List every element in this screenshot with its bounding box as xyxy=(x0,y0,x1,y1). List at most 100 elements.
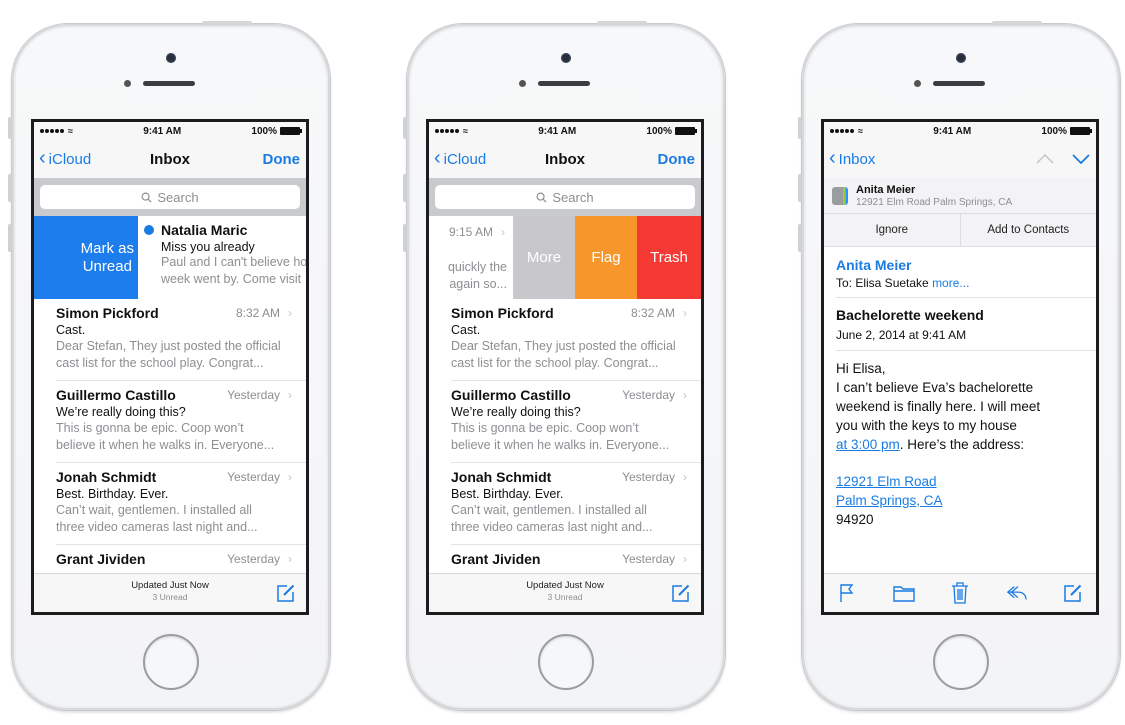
address-link[interactable]: 12921 Elm Road xyxy=(836,474,937,489)
screen: ≈ 9:41 AM 100% ‹ iCloud Inbox Done Search… xyxy=(31,119,309,615)
done-button[interactable]: Done xyxy=(658,151,696,168)
mail-from: Jonah Schmidt xyxy=(56,469,157,485)
folder-icon[interactable] xyxy=(892,582,915,604)
mail-row[interactable]: Simon Pickford 8:32 AM › Cast. Dear Stefan… xyxy=(451,299,701,381)
action-label: Mark as xyxy=(80,239,134,257)
trash-icon[interactable] xyxy=(949,582,971,604)
message-detail: Anita Meier To: Elisa Suetake more... Ba… xyxy=(824,247,1096,529)
search-icon xyxy=(141,192,152,203)
flag-button[interactable]: Flag xyxy=(575,216,637,299)
status-bar: ≈ 9:41 AM 100% xyxy=(429,122,701,140)
search-input[interactable]: Search xyxy=(40,185,300,209)
mail-row[interactable]: Jonah Schmidt Yesterday › Best. Birthday. … xyxy=(451,463,701,545)
mail-from: Guillermo Castillo xyxy=(56,387,176,403)
mail-from: Natalia Maric xyxy=(161,222,248,238)
more-recipients-link[interactable]: more... xyxy=(932,276,969,290)
chevron-left-icon: ‹ xyxy=(829,147,836,169)
wifi-icon: ≈ xyxy=(68,126,73,136)
compose-icon[interactable] xyxy=(276,583,296,603)
mail-row[interactable]: Simon Pickford 8:32 AM › Cast. Dear Stefan… xyxy=(56,299,306,381)
search-icon xyxy=(536,192,547,203)
proximity-sensor xyxy=(519,80,526,87)
message-body: Hi Elisa, I can’t believe Eva’s bachelor… xyxy=(836,351,1096,529)
search-placeholder: Search xyxy=(157,189,199,205)
back-button[interactable]: ‹ Inbox xyxy=(829,147,875,169)
volume-down-button xyxy=(403,224,407,252)
front-camera xyxy=(561,53,571,63)
compose-icon[interactable] xyxy=(1062,582,1084,604)
mail-time: Yesterday xyxy=(227,388,280,402)
mail-preview: cast list for the school play. Congrat..… xyxy=(451,356,659,370)
chevron-right-icon: › xyxy=(683,306,687,320)
sender-link[interactable]: Anita Meier xyxy=(836,257,1084,273)
mail-subject: We’re really doing this? xyxy=(56,405,186,419)
proximity-sensor xyxy=(914,80,921,87)
search-input[interactable]: Search xyxy=(435,185,695,209)
done-button[interactable]: Done xyxy=(263,151,301,168)
earpiece-speaker xyxy=(143,81,195,86)
home-button[interactable] xyxy=(538,634,594,690)
battery-icon xyxy=(1069,127,1092,135)
status-time: 9:41 AM xyxy=(143,125,182,137)
chevron-right-icon: › xyxy=(288,388,292,402)
mail-from: Simon Pickford xyxy=(56,305,159,321)
message-date: June 2, 2014 at 9:41 AM xyxy=(836,328,967,342)
mute-switch xyxy=(8,117,12,139)
swiped-mail-row[interactable]: Mark as Unread Natalia Maric Miss you alr… xyxy=(34,216,306,299)
mail-row[interactable]: Jonah Schmidt Yesterday › Best. Birthday. … xyxy=(56,463,306,545)
mail-row[interactable]: Guillermo Castillo Yesterday › We’re reall… xyxy=(451,381,701,463)
chevron-up-icon[interactable] xyxy=(1036,154,1054,164)
mail-preview: three video cameras last night and... xyxy=(56,520,258,534)
address-link[interactable]: Palm Springs, CA xyxy=(836,493,943,508)
battery-icon xyxy=(674,127,697,135)
time-link[interactable]: at 3:00 pm xyxy=(836,437,900,452)
mail-preview: believe it when he walks in. Everyone... xyxy=(56,438,275,452)
mail-row[interactable]: Grant Jividen Yesterday › xyxy=(451,545,701,575)
mail-from: Grant Jividen xyxy=(56,551,146,567)
chevron-down-icon[interactable] xyxy=(1072,154,1090,164)
mail-row[interactable]: Grant Jividen Yesterday › xyxy=(56,545,306,575)
chevron-right-icon: › xyxy=(288,470,292,484)
wifi-icon: ≈ xyxy=(858,126,863,136)
trash-button[interactable]: Trash xyxy=(637,216,701,299)
chevron-right-icon: › xyxy=(683,470,687,484)
add-to-contacts-button[interactable]: Add to Contacts xyxy=(959,214,1097,246)
mark-unread-button[interactable]: Mark as Unread xyxy=(34,216,138,299)
volume-up-button xyxy=(798,174,802,202)
mail-subject: Cast. xyxy=(451,323,481,337)
recipient: To: Elisa Suetake xyxy=(836,276,929,290)
unread-dot xyxy=(144,225,154,235)
unread-count: 3 Unread xyxy=(152,592,188,602)
mail-preview: believe it when he walks in. Everyone... xyxy=(451,438,670,452)
mail-preview: week went by. Come visit xyxy=(161,272,302,286)
home-button[interactable] xyxy=(143,634,199,690)
ignore-button[interactable]: Ignore xyxy=(824,214,960,246)
back-button[interactable]: ‹ iCloud xyxy=(39,148,91,168)
bottom-toolbar: Updated Just Now 3 Unread xyxy=(429,573,701,612)
volume-up-button xyxy=(403,174,407,202)
more-button[interactable]: More xyxy=(513,216,575,299)
phone-inbox-swipe-left: ≈ 9:41 AM 100% ‹ iCloud Inbox Done Search… xyxy=(403,21,725,710)
mail-from: Grant Jividen xyxy=(451,551,541,567)
compose-icon[interactable] xyxy=(671,583,691,603)
contact-address: 12921 Elm Road Palm Springs, CA xyxy=(856,196,1013,208)
search-bar: Search xyxy=(429,178,701,216)
mail-time: Yesterday xyxy=(227,470,280,484)
mail-time: 8:32 AM xyxy=(630,306,675,320)
mail-time: Yesterday xyxy=(622,470,675,484)
swiped-mail-row[interactable]: 9:15 AM › quickly the again so... More F… xyxy=(429,216,701,299)
mute-switch xyxy=(798,117,802,139)
action-label: Unread xyxy=(82,257,132,275)
zip-code: 94920 xyxy=(836,512,874,527)
mail-list: Simon Pickford 8:32 AM › Cast. Dear Stefan… xyxy=(34,299,306,575)
home-button[interactable] xyxy=(933,634,989,690)
wifi-icon: ≈ xyxy=(463,126,468,136)
body-text: weekend is finally here. I will meet xyxy=(836,399,1041,414)
mail-subject: Best. Birthday. Ever. xyxy=(56,487,169,501)
back-button[interactable]: ‹ iCloud xyxy=(434,148,486,168)
flag-icon[interactable] xyxy=(836,582,858,604)
mail-content: 9:15 AM › quickly the again so... xyxy=(429,216,513,299)
reply-icon[interactable] xyxy=(1006,582,1028,604)
mail-preview: Dear Stefan, They just posted the offici… xyxy=(56,339,281,353)
mail-row[interactable]: Guillermo Castillo Yesterday › We’re reall… xyxy=(56,381,306,463)
